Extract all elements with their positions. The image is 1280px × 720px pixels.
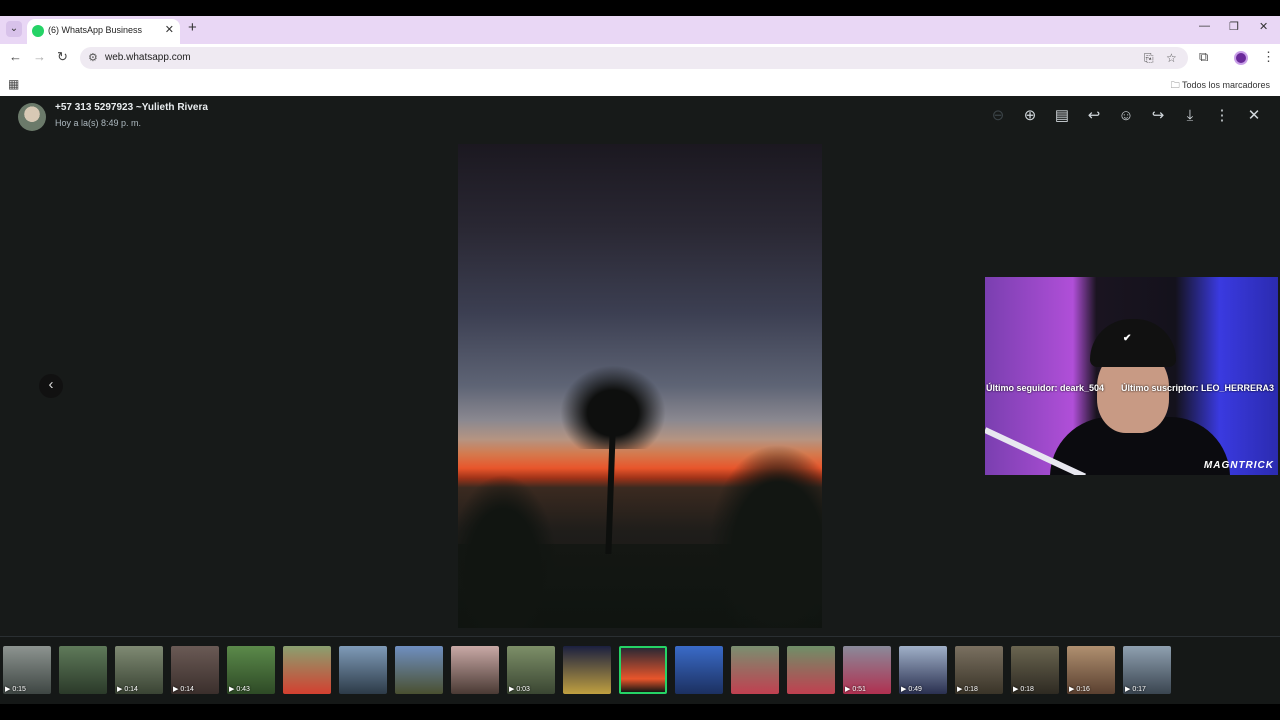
reload-button[interactable]: ↻ bbox=[57, 49, 68, 65]
media-thumbnail[interactable]: ▶ 0:16 bbox=[1067, 646, 1115, 694]
media-thumbnail[interactable] bbox=[451, 646, 499, 694]
cap-logo: ✔ bbox=[1123, 333, 1132, 344]
react-emoji-icon[interactable]: ☺ bbox=[1117, 107, 1135, 125]
media-thumbnail[interactable]: ▶ 0:15 bbox=[3, 646, 51, 694]
media-thumbnail[interactable] bbox=[395, 646, 443, 694]
photo-palm-fronds bbox=[553, 359, 673, 449]
media-thumbnail[interactable]: ▶ 0:51 bbox=[843, 646, 891, 694]
download-icon[interactable]: ⤓ bbox=[1181, 107, 1199, 125]
browser-toolbar: ← → ↻ ⚙ web.whatsapp.com ⎘ ☆ ⧉ ⋮ bbox=[0, 44, 1280, 72]
close-window-button[interactable]: ✕ bbox=[1259, 20, 1268, 33]
tab-search-dropdown[interactable]: ⌄ bbox=[6, 21, 22, 37]
video-duration: ▶ 0:14 bbox=[173, 686, 194, 693]
reply-icon[interactable]: ↩ bbox=[1085, 107, 1103, 125]
media-thumbnail[interactable] bbox=[731, 646, 779, 694]
sunset-palm-photo bbox=[458, 144, 822, 628]
photo-tree-right bbox=[708, 444, 822, 628]
address-bar[interactable]: ⚙ web.whatsapp.com ⎘ ☆ bbox=[80, 47, 1188, 69]
media-thumbnail[interactable] bbox=[283, 646, 331, 694]
video-duration: ▶ 0:03 bbox=[509, 686, 530, 693]
media-thumbnail[interactable]: ▶ 0:18 bbox=[955, 646, 1003, 694]
install-app-icon[interactable]: ⎘ bbox=[1144, 51, 1154, 66]
url-text[interactable]: web.whatsapp.com bbox=[105, 52, 191, 63]
media-thumbnail[interactable] bbox=[675, 646, 723, 694]
video-duration: ▶ 0:17 bbox=[1125, 686, 1146, 693]
video-duration: ▶ 0:16 bbox=[1069, 686, 1090, 693]
tab-whatsapp[interactable]: (6) WhatsApp Business ✕ bbox=[27, 19, 180, 44]
media-thumbnail[interactable] bbox=[619, 646, 667, 694]
contact-name: +57 313 5297923 ~Yulieth Rivera bbox=[55, 102, 208, 113]
profile-avatar[interactable] bbox=[1234, 51, 1248, 65]
media-thumbnail[interactable]: ▶ 0:43 bbox=[227, 646, 275, 694]
minimize-button[interactable]: — bbox=[1199, 20, 1210, 32]
close-tab-icon[interactable]: ✕ bbox=[165, 23, 174, 36]
go-to-message-icon[interactable]: ▤ bbox=[1053, 107, 1071, 125]
media-thumbnail[interactable]: ▶ 0:17 bbox=[1123, 646, 1171, 694]
zoom-out-icon[interactable]: ⊖ bbox=[989, 107, 1007, 125]
video-duration: ▶ 0:15 bbox=[5, 686, 26, 693]
whatsapp-icon bbox=[32, 25, 44, 37]
video-duration: ▶ 0:14 bbox=[117, 686, 138, 693]
extensions-icon[interactable]: ⧉ bbox=[1199, 49, 1208, 65]
media-thumbnail[interactable] bbox=[563, 646, 611, 694]
forward-button[interactable]: → bbox=[33, 49, 46, 64]
all-bookmarks-link[interactable]: 🗀 Todos los marcadores bbox=[1171, 78, 1270, 94]
stream-brand: MAGNTRICK bbox=[1203, 460, 1274, 471]
browser-tabstrip: ⌄ (6) WhatsApp Business ✕ + — ❐ ✕ bbox=[0, 16, 1280, 44]
back-button[interactable]: ← bbox=[9, 49, 22, 64]
bookmarks-bar: ▦ 🗀 Todos los marcadores bbox=[0, 72, 1280, 96]
video-duration: ▶ 0:18 bbox=[957, 686, 978, 693]
media-thumbnail[interactable]: ▶ 0:49 bbox=[899, 646, 947, 694]
forward-icon[interactable]: ↪ bbox=[1149, 107, 1167, 125]
restore-button[interactable]: ❐ bbox=[1229, 20, 1239, 33]
screen-bottom-border bbox=[0, 704, 1280, 720]
close-viewer-icon[interactable]: ✕ bbox=[1245, 107, 1263, 125]
media-thumbnail[interactable] bbox=[787, 646, 835, 694]
media-thumbnail[interactable] bbox=[339, 646, 387, 694]
media-viewer: +57 313 5297923 ~Yulieth Rivera Hoy a la… bbox=[0, 96, 1280, 720]
last-follower-text: Último seguidor: deark_504 bbox=[986, 383, 1105, 393]
apps-grid-icon[interactable]: ▦ bbox=[8, 77, 19, 91]
zoom-in-icon[interactable]: ⊕ bbox=[1021, 107, 1039, 125]
tab-title: (6) WhatsApp Business bbox=[48, 25, 143, 35]
streamer-cap bbox=[1090, 319, 1176, 367]
media-thumbnail[interactable] bbox=[59, 646, 107, 694]
video-duration: ▶ 0:18 bbox=[1013, 686, 1034, 693]
more-options-icon[interactable]: ⋮ bbox=[1213, 107, 1231, 125]
video-duration: ▶ 0:49 bbox=[901, 686, 922, 693]
media-thumbnail[interactable]: ▶ 0:14 bbox=[115, 646, 163, 694]
media-thumbnail-strip: ▶ 0:15 ▶ 0:14 ▶ 0:14 ▶ 0:43 ▶ 0:03 ▶ 0:51 ▶ 0:… bbox=[0, 636, 1280, 704]
media-thumbnail[interactable]: ▶ 0:03 bbox=[507, 646, 555, 694]
media-thumbnail[interactable]: ▶ 0:14 bbox=[171, 646, 219, 694]
media-thumbnail[interactable]: ▶ 0:18 bbox=[1011, 646, 1059, 694]
new-tab-button[interactable]: + bbox=[188, 19, 197, 36]
streamer-webcam-overlay: ✔ MAGNTRICK bbox=[985, 277, 1278, 475]
last-subscriber-text: Último suscriptor: LEO_HERRERA3 bbox=[1121, 383, 1275, 393]
site-info-icon[interactable]: ⚙ bbox=[88, 51, 98, 64]
all-bookmarks-label: Todos los marcadores bbox=[1181, 80, 1270, 90]
video-duration: ▶ 0:51 bbox=[845, 686, 866, 693]
message-timestamp: Hoy a la(s) 8:49 p. m. bbox=[55, 118, 142, 128]
bookmark-star-icon[interactable]: ☆ bbox=[1166, 51, 1177, 65]
photo-tree-left bbox=[458, 474, 558, 628]
video-duration: ▶ 0:43 bbox=[229, 686, 250, 693]
previous-media-button[interactable]: ‹ bbox=[39, 374, 63, 398]
contact-avatar[interactable] bbox=[18, 103, 46, 131]
browser-menu-icon[interactable]: ⋮ bbox=[1262, 49, 1275, 65]
screen-top-border bbox=[0, 0, 1280, 16]
